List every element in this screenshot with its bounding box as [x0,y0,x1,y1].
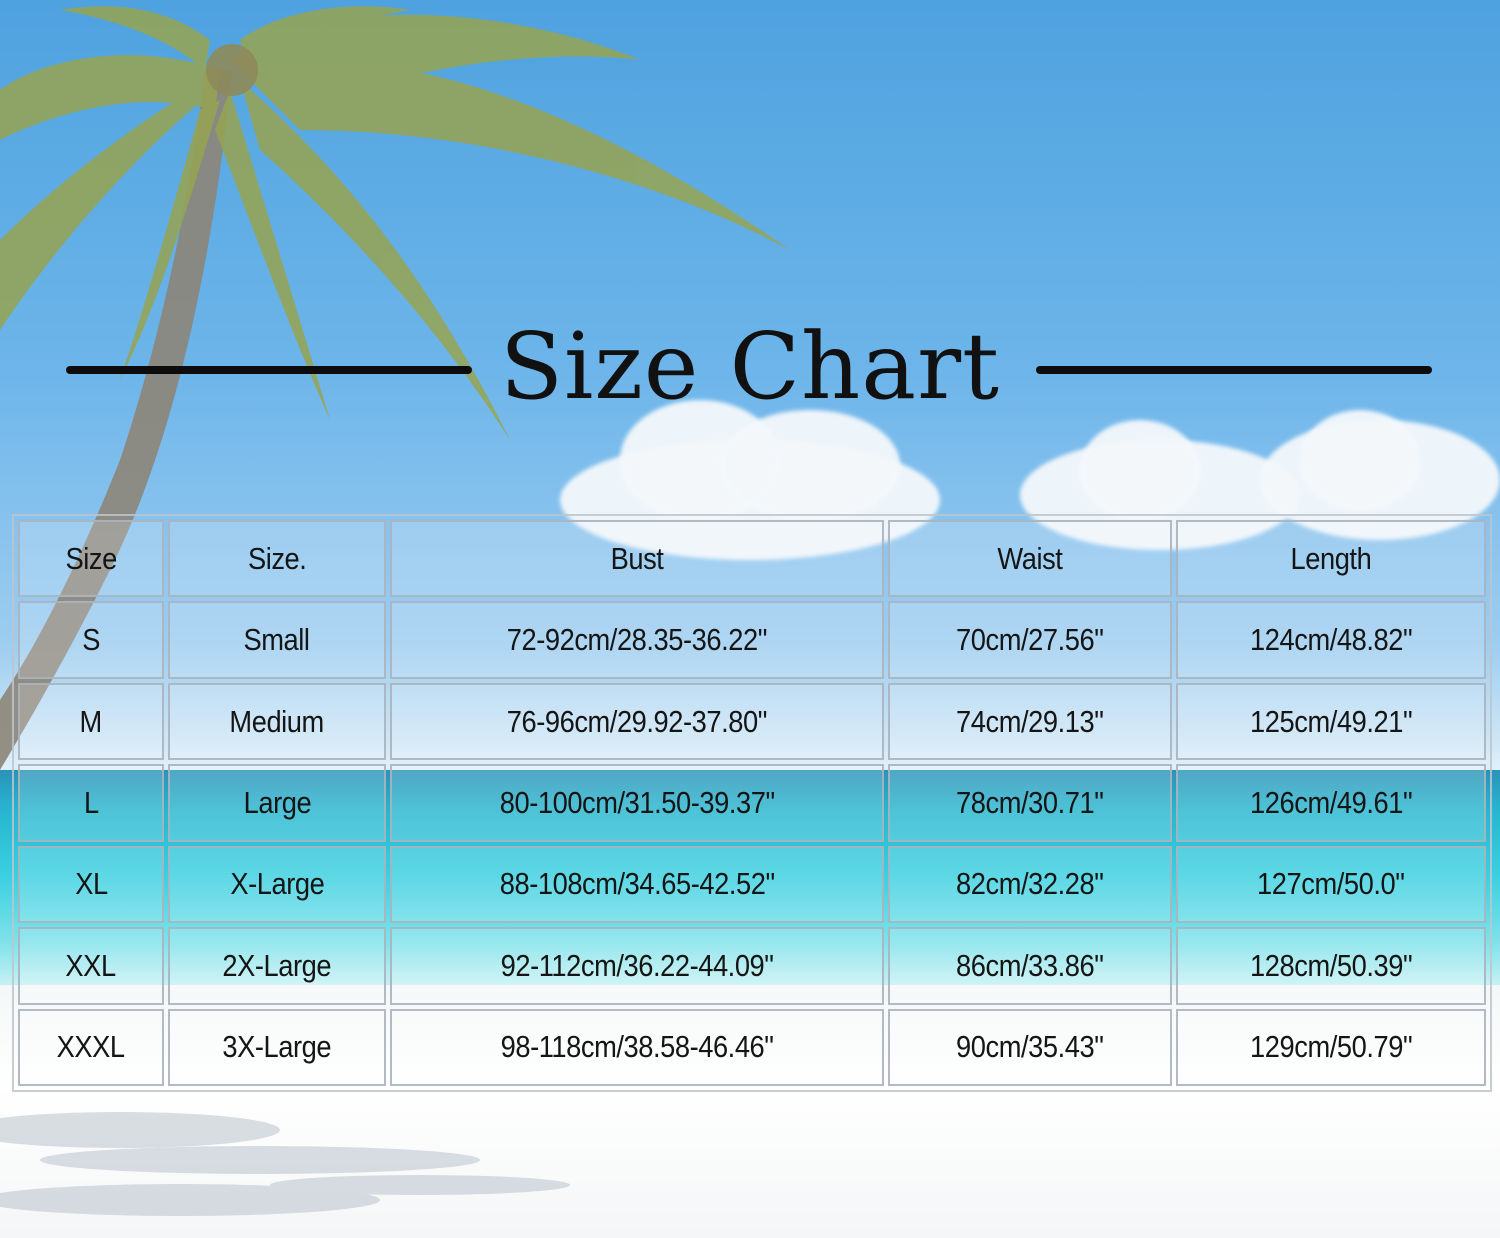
table-cell: 90cm/35.43" [888,1008,1172,1086]
size-chart-table: Size Size. Bust Waist Length S Small 72-… [12,514,1492,1092]
title-rule-right [1036,366,1432,374]
table-cell: XXXL [18,1008,164,1086]
table-cell: Large [168,764,386,842]
cloud [1300,410,1420,510]
table-cell: 86cm/33.86" [888,927,1172,1005]
table-row: XXXL 3X-Large 98-118cm/38.58-46.46" 90cm… [18,1008,1486,1086]
table-cell: M [18,682,164,761]
table-cell: 129cm/50.79" [1176,1008,1486,1086]
table-row: L Large 80-100cm/31.50-39.37" 78cm/30.71… [18,764,1486,842]
table-cell: 72-92cm/28.35-36.22" [390,601,884,679]
title-rule-left [66,366,472,374]
table-cell: 88-108cm/34.65-42.52" [390,845,884,924]
table-cell: 2X-Large [168,927,386,1005]
page-title: Size Chart [499,313,1001,420]
table-row: S Small 72-92cm/28.35-36.22" 70cm/27.56"… [18,601,1486,679]
table-cell: 78cm/30.71" [888,764,1172,842]
table-header-row: Size Size. Bust Waist Length [18,520,1486,598]
column-header: Size [18,520,164,598]
table-cell: 80-100cm/31.50-39.37" [390,764,884,842]
table-cell: 125cm/49.21" [1176,682,1486,761]
table-cell: 92-112cm/36.22-44.09" [390,927,884,1005]
table-cell: X-Large [168,845,386,924]
table-cell: 82cm/32.28" [888,845,1172,924]
table-cell: 98-118cm/38.58-46.46" [390,1008,884,1086]
table-cell: 128cm/50.39" [1176,927,1486,1005]
table-row: XXL 2X-Large 92-112cm/36.22-44.09" 86cm/… [18,927,1486,1005]
column-header: Size. [168,520,386,598]
column-header: Bust [390,520,884,598]
table-row: M Medium 76-96cm/29.92-37.80" 74cm/29.13… [18,682,1486,761]
table-cell: 76-96cm/29.92-37.80" [390,682,884,761]
column-header: Length [1176,520,1486,598]
table-cell: L [18,764,164,842]
table-cell: XL [18,845,164,924]
table-cell: Small [168,601,386,679]
cloud [1080,420,1200,520]
table-cell: 127cm/50.0" [1176,845,1486,924]
palm-shadow [0,1112,570,1216]
table-cell: Medium [168,682,386,761]
table-cell: S [18,601,164,679]
table-cell: 126cm/49.61" [1176,764,1486,842]
column-header: Waist [888,520,1172,598]
table-cell: 3X-Large [168,1008,386,1086]
table-row: XL X-Large 88-108cm/34.65-42.52" 82cm/32… [18,845,1486,924]
table-cell: 124cm/48.82" [1176,601,1486,679]
table-cell: XXL [18,927,164,1005]
table-cell: 70cm/27.56" [888,601,1172,679]
table-cell: 74cm/29.13" [888,682,1172,761]
